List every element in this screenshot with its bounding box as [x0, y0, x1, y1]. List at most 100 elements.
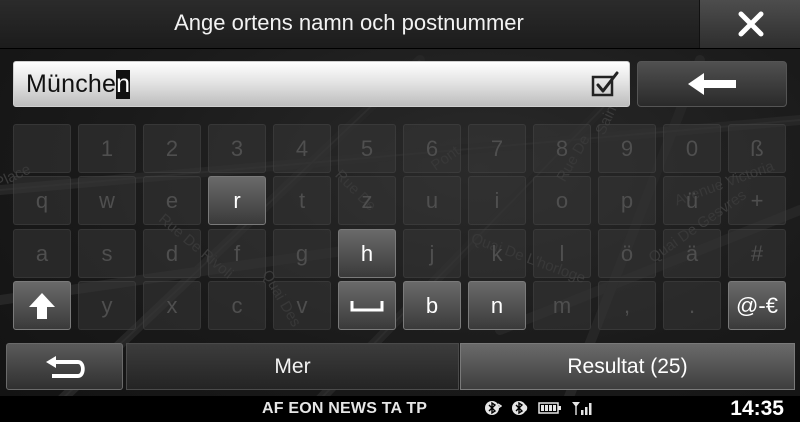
key-label: ß: [750, 135, 764, 161]
key-label: a: [35, 240, 49, 266]
key-3: 3: [208, 124, 266, 173]
key-w: w: [78, 176, 136, 225]
key-label: n: [490, 292, 504, 318]
key-q: q: [13, 176, 71, 225]
key-symbol: #: [728, 229, 786, 278]
backspace-button[interactable]: [637, 61, 787, 107]
search-input-text: München: [26, 70, 131, 99]
key-label: s: [101, 240, 113, 266]
key-label: w: [99, 187, 115, 213]
key-label: z: [361, 187, 373, 213]
key-y: y: [78, 281, 136, 330]
key-label: o: [555, 187, 569, 213]
key-p: p: [598, 176, 656, 225]
key-1: 1: [78, 124, 136, 173]
key-label: b: [425, 292, 439, 318]
key-label: e: [165, 187, 179, 213]
key-f: f: [208, 229, 266, 278]
bluetooth-phone-icon: [485, 401, 502, 415]
check-icon[interactable]: [591, 71, 619, 97]
key-label: @-€: [736, 292, 778, 318]
key-r[interactable]: r: [208, 176, 266, 225]
key-t: t: [273, 176, 331, 225]
key-label: f: [233, 240, 241, 266]
key-label: +: [750, 187, 764, 213]
title-bar: Ange ortens namn och postnummer: [0, 0, 800, 49]
key-label: r: [233, 187, 241, 213]
key-s: s: [78, 229, 136, 278]
key-4: 4: [273, 124, 331, 173]
key-symbol[interactable]: @-€: [728, 281, 786, 330]
key-m: m: [533, 281, 591, 330]
key-label: 2: [165, 135, 179, 161]
space-icon: [350, 299, 384, 313]
close-button[interactable]: [699, 0, 800, 48]
key-label: j: [429, 240, 435, 266]
key-label: 9: [620, 135, 634, 161]
search-input[interactable]: München: [13, 61, 630, 107]
key-e: e: [143, 176, 201, 225]
key-label: ä: [685, 240, 699, 266]
key-label: 5: [360, 135, 374, 161]
key-label: u: [425, 187, 439, 213]
key-symbol: .: [663, 281, 721, 330]
key-0: 0: [663, 124, 721, 173]
key-label: k: [491, 240, 503, 266]
key-2: 2: [143, 124, 201, 173]
key-9: 9: [598, 124, 656, 173]
key-6: 6: [403, 124, 461, 173]
page-title: Ange ortens namn och postnummer: [174, 10, 524, 35]
navigation-screen: Place Rue De Rivoli Quai Des Rue De Pont…: [0, 0, 800, 422]
back-button[interactable]: [6, 343, 123, 390]
key-b[interactable]: b: [403, 281, 461, 330]
signal-icon: [572, 402, 592, 415]
key-symbol: ,: [598, 281, 656, 330]
key-label: v: [296, 292, 308, 318]
key-l: l: [533, 229, 591, 278]
key-label: i: [494, 187, 500, 213]
key-label: 8: [555, 135, 569, 161]
key-label: h: [360, 240, 374, 266]
input-typed-text: Münche: [26, 70, 117, 98]
key-label: ü: [685, 187, 699, 213]
key-8: 8: [533, 124, 591, 173]
key-label: ö: [620, 240, 634, 266]
key-label: 3: [230, 135, 244, 161]
key-k: k: [468, 229, 526, 278]
key-ö: ö: [598, 229, 656, 278]
key-ü: ü: [663, 176, 721, 225]
clock: 14:35: [730, 397, 784, 420]
key-label: d: [165, 240, 179, 266]
key-label: 7: [490, 135, 504, 161]
key-label: 4: [295, 135, 309, 161]
key-label: q: [35, 187, 49, 213]
return-arrow-icon: [45, 355, 85, 378]
key-label: ,: [623, 292, 631, 318]
text-cursor: n: [116, 70, 131, 99]
key-n[interactable]: n: [468, 281, 526, 330]
key-c: c: [208, 281, 266, 330]
results-button[interactable]: Resultat (25): [460, 343, 795, 390]
key-label: c: [231, 292, 243, 318]
key-label: m: [552, 292, 572, 318]
battery-icon: [538, 402, 561, 414]
key-blank: [13, 124, 71, 173]
key-g: g: [273, 229, 331, 278]
radio-flags: AF EON NEWS TA TP: [262, 400, 428, 417]
key-shift[interactable]: [13, 281, 71, 330]
key-v: v: [273, 281, 331, 330]
key-z: z: [338, 176, 396, 225]
key-ß: ß: [728, 124, 786, 173]
key-d: d: [143, 229, 201, 278]
key-x: x: [143, 281, 201, 330]
key-space[interactable]: [338, 281, 396, 330]
key-symbol: +: [728, 176, 786, 225]
key-ä: ä: [663, 229, 721, 278]
key-o: o: [533, 176, 591, 225]
more-button[interactable]: Mer: [126, 343, 459, 390]
key-label: 0: [685, 135, 699, 161]
key-label: y: [101, 292, 113, 318]
key-h[interactable]: h: [338, 229, 396, 278]
key-label: 1: [100, 135, 114, 161]
key-label: g: [295, 240, 309, 266]
